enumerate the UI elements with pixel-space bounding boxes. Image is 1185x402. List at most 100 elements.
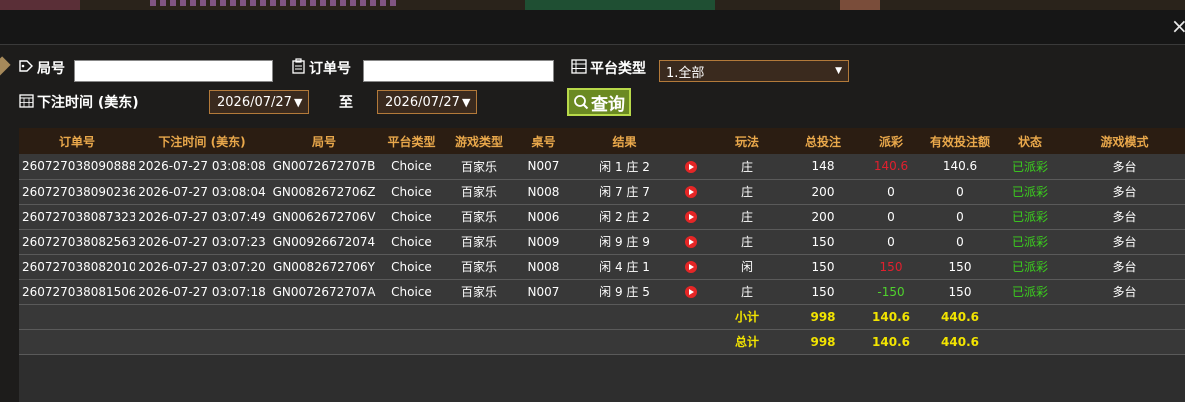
platform-cell: Choice (379, 179, 444, 205)
bet-type-cell: 庄 (706, 279, 788, 305)
column-header: 状态 (996, 128, 1064, 154)
play-video-icon[interactable] (685, 160, 697, 173)
platform-filter-label: 平台类型 (571, 58, 646, 78)
summary-cell (514, 329, 573, 355)
total-bet-cell: 150 (788, 279, 858, 305)
replay-cell[interactable] (676, 229, 706, 255)
chevron-down-icon: ▼ (293, 95, 303, 109)
summary-cell (379, 329, 444, 355)
close-button[interactable]: × (1171, 16, 1185, 36)
payout-cell: 0 (858, 204, 924, 230)
table-row[interactable]: 260727038082010 2026-07-27 03:07:20 GN0082… (19, 254, 1185, 280)
payout-cell: 140.6 (858, 154, 924, 180)
column-header: 派彩 (858, 128, 924, 154)
order-id-cell: 260727038087323 (19, 204, 135, 230)
column-header: 局号 (269, 128, 379, 154)
column-header: 总投注 (788, 128, 858, 154)
game-type-cell: 百家乐 (444, 229, 514, 255)
summary-cell: 998 (788, 329, 858, 355)
summary-cell: 总计 (706, 329, 788, 355)
game-mode-cell: 多台 (1064, 279, 1185, 305)
game-mode-cell: 多台 (1064, 254, 1185, 280)
platform-select[interactable]: 1.全部 ▼ (659, 60, 849, 82)
order-filter-label: 订单号 (291, 58, 351, 78)
replay-cell[interactable] (676, 179, 706, 205)
status-cell: 已派彩 (996, 179, 1064, 205)
order-id-cell: 260727038082563 (19, 229, 135, 255)
summary-cell (573, 329, 676, 355)
summary-cell: 998 (788, 304, 858, 330)
valid-bet-cell: 0 (924, 229, 996, 255)
status-cell: 已派彩 (996, 204, 1064, 230)
round-id-cell: GN0062672706V (269, 204, 379, 230)
query-label: 查询 (591, 94, 625, 115)
result-cell: 闲 4 庄 1 (573, 254, 676, 280)
status-cell: 已派彩 (996, 254, 1064, 280)
bet-records-table: 订单号 下注时间 (美东) 局号 平台类型 游戏类型 桌号 结果 玩法 总投注 派彩 有效投注额 状态… (19, 128, 1185, 402)
date-from-picker[interactable]: 2026/07/27 ▼ (209, 90, 309, 114)
play-video-icon[interactable] (685, 261, 697, 273)
table-row[interactable]: 260727038090888 2026-07-27 03:08:08 GN0072… (19, 154, 1185, 180)
platform-cell: Choice (379, 279, 444, 305)
time-label: 下注时间 (美东) (37, 95, 139, 111)
column-header: 游戏类型 (444, 128, 514, 154)
list-icon (571, 58, 587, 78)
play-video-icon[interactable] (685, 186, 697, 198)
platform-selected-value: 1.全部 (666, 65, 705, 81)
play-video-icon[interactable] (685, 211, 697, 223)
table-row[interactable]: 260727038082563 2026-07-27 03:07:23 GN0092… (19, 229, 1185, 255)
chevron-down-icon: ▼ (461, 95, 471, 109)
summary-cell (19, 304, 135, 330)
table-row[interactable]: 260727038087323 2026-07-27 03:07:49 GN0062… (19, 204, 1185, 230)
payout-cell: 150 (858, 254, 924, 280)
table-number-cell: N007 (514, 154, 573, 180)
column-header (676, 128, 706, 154)
column-header: 下注时间 (美东) (135, 128, 269, 154)
table-row[interactable]: 260727038090236 2026-07-27 03:08:04 GN0082… (19, 179, 1185, 205)
date-to-picker[interactable]: 2026/07/27 ▼ (377, 90, 477, 114)
result-cell: 闲 7 庄 7 (573, 179, 676, 205)
status-cell: 已派彩 (996, 229, 1064, 255)
replay-cell[interactable] (676, 279, 706, 305)
to-label: 至 (339, 95, 353, 111)
table-number-cell: N006 (514, 204, 573, 230)
bet-type-cell: 庄 (706, 229, 788, 255)
summary-cell (135, 304, 269, 330)
table-number-cell: N007 (514, 279, 573, 305)
order-id-cell: 260727038082010 (19, 254, 135, 280)
platform-cell: Choice (379, 229, 444, 255)
query-button[interactable]: 查询 (567, 88, 631, 116)
search-icon (573, 94, 589, 110)
valid-bet-cell: 140.6 (924, 154, 996, 180)
order-input[interactable] (363, 60, 554, 82)
table-row[interactable]: 260727038081506 2026-07-27 03:07:18 GN0072… (19, 279, 1185, 305)
bet-time-cell: 2026-07-27 03:07:20 (135, 254, 269, 280)
status-cell: 已派彩 (996, 279, 1064, 305)
total-bet-cell: 200 (788, 204, 858, 230)
summary-cell (269, 329, 379, 355)
replay-cell[interactable] (676, 204, 706, 230)
platform-cell: Choice (379, 154, 444, 180)
summary-cell (269, 304, 379, 330)
replay-cell[interactable] (676, 154, 706, 180)
round-input[interactable] (74, 60, 273, 82)
clipboard-icon (291, 58, 306, 78)
game-type-cell: 百家乐 (444, 179, 514, 205)
play-video-icon[interactable] (685, 286, 697, 298)
valid-bet-cell: 0 (924, 204, 996, 230)
date-to-value: 2026/07/27 (385, 94, 460, 110)
game-mode-cell: 多台 (1064, 204, 1185, 230)
table-number-cell: N009 (514, 229, 573, 255)
play-video-icon[interactable] (685, 236, 697, 248)
total-bet-cell: 150 (788, 229, 858, 255)
bet-type-cell: 庄 (706, 179, 788, 205)
replay-cell[interactable] (676, 254, 706, 280)
summary-cell (379, 304, 444, 330)
date-from-value: 2026/07/27 (217, 94, 292, 110)
order-label: 订单号 (309, 61, 351, 77)
order-id-cell: 260727038090888 (19, 154, 135, 180)
summary-cell: 440.6 (924, 329, 996, 355)
summary-cell: 440.6 (924, 304, 996, 330)
modal-header: × (0, 10, 1185, 45)
column-header: 平台类型 (379, 128, 444, 154)
